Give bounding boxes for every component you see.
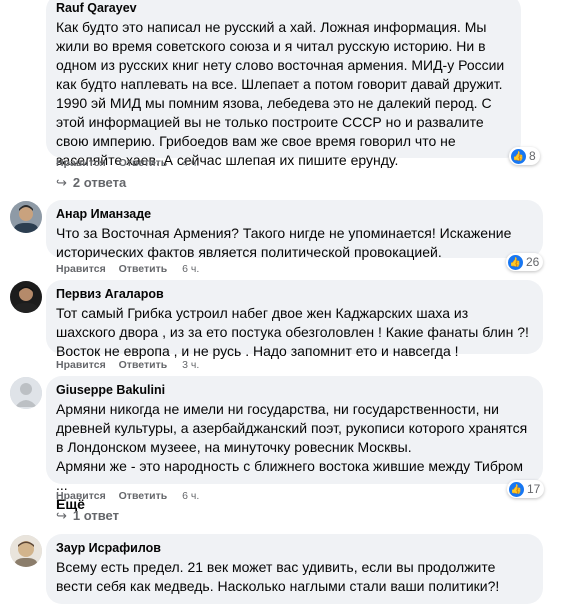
comment-time[interactable]: 3 ч. <box>182 359 199 371</box>
reply-button[interactable]: Ответить <box>119 359 168 371</box>
comment-actions: Нравится Ответить 6 ч. <box>56 263 209 275</box>
comment-bubble: Заур Исрафилов Всему есть предел. 21 век… <box>46 534 543 604</box>
comment-text: Как будто это написал не русский а хай. … <box>56 19 505 168</box>
reaction-count[interactable]: 👍 17 <box>507 480 545 498</box>
comment-text: Всему есть предел. 21 век может вас удив… <box>56 559 500 594</box>
like-button[interactable]: Нравится <box>56 359 106 371</box>
view-replies-link[interactable]: ↪ 1 ответ <box>56 508 119 524</box>
comment-bubble: Первиз Агаларов Тот самый Грибка устроил… <box>46 280 543 359</box>
avatar[interactable] <box>10 535 42 567</box>
comment-author[interactable]: Заур Исрафилов <box>56 540 531 556</box>
like-button[interactable]: Нравится <box>56 490 106 502</box>
comment-actions: Нравится Ответить 3 ч. <box>56 359 209 371</box>
avatar[interactable] <box>10 377 42 409</box>
reply-arrow-icon: ↪ <box>56 175 67 190</box>
reaction-count[interactable]: 👍 8 <box>509 147 540 165</box>
like-button[interactable]: Нравится <box>56 157 106 169</box>
comment-time[interactable]: 6 ч. <box>182 263 199 275</box>
avatar[interactable] <box>10 281 42 313</box>
reply-button[interactable]: Ответить <box>119 263 168 275</box>
comment-time[interactable]: 6 ч. <box>182 490 199 502</box>
thumbs-up-icon: 👍 <box>508 254 523 270</box>
comment-text: Армяни никогда не имели ни государства, … <box>56 401 528 493</box>
thumbs-up-icon: 👍 <box>511 148 526 164</box>
comment-author[interactable]: Анар Иманзаде <box>56 206 531 222</box>
like-button[interactable]: Нравится <box>56 263 106 275</box>
comment-author[interactable]: Первиз Агаларов <box>56 286 531 302</box>
thumbs-up-icon: 👍 <box>509 481 524 497</box>
comment-bubble: Giuseppe Bakulini Армяни никогда не имел… <box>46 376 543 512</box>
reply-button[interactable]: Ответить <box>119 157 168 169</box>
comment-author[interactable]: Rauf Qarayev <box>56 0 509 16</box>
comment-bubble: Анар Иманзаде Что за Восточная Армения? … <box>46 200 543 260</box>
comment-author[interactable]: Giuseppe Bakulini <box>56 382 531 398</box>
reaction-count[interactable]: 👍 26 <box>506 253 544 271</box>
reply-button[interactable]: Ответить <box>119 490 168 502</box>
view-replies-link[interactable]: ↪ 2 ответа <box>56 175 126 191</box>
comment-time[interactable]: 4 ч. <box>182 157 199 169</box>
avatar[interactable] <box>10 201 42 233</box>
reply-arrow-icon: ↪ <box>56 508 67 523</box>
comment-actions: Нравится Ответить 6 ч. <box>56 490 209 502</box>
comment-actions: Нравится Ответить 4 ч. <box>56 157 209 169</box>
comment-text: Тот самый Грибка устроил набег двое жен … <box>56 305 529 359</box>
comment-bubble: Rauf Qarayev Как будто это написал не ру… <box>46 0 521 168</box>
comment-text: Что за Восточная Армения? Такого нигде н… <box>56 225 512 260</box>
